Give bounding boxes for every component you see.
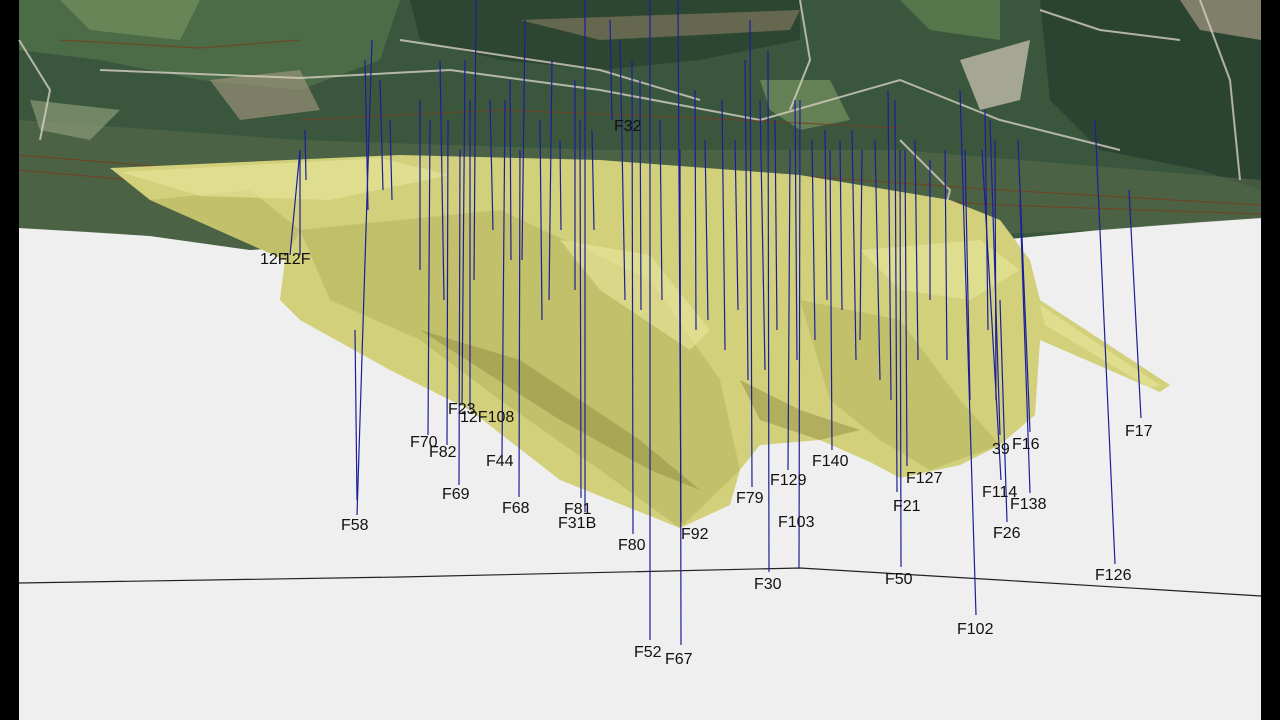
drillhole-label: F31B [558, 515, 596, 532]
drillhole-label: F127 [906, 470, 943, 487]
drillhole-label: F103 [778, 514, 815, 531]
drillhole-label: 12F108 [460, 409, 514, 426]
3d-model-viewport[interactable]: F3212F12FF2312F108F70F82F44F69F68F58F81F… [0, 0, 1280, 720]
drillhole-label: F50 [885, 571, 913, 588]
drillhole-label: F140 [812, 453, 849, 470]
drillhole-label: F80 [618, 537, 646, 554]
drillhole-label: F30 [754, 576, 782, 593]
drillhole-label: F82 [429, 444, 457, 461]
drillhole-label: F26 [993, 525, 1021, 542]
drillhole-label: F129 [770, 472, 807, 489]
drillhole-label: 39 [992, 441, 1010, 458]
drillhole-label: F68 [502, 500, 530, 517]
drillhole-label: F58 [341, 517, 369, 534]
drillhole-label: F102 [957, 621, 994, 638]
drillhole-label: F79 [736, 490, 764, 507]
drillhole-label: F92 [681, 526, 709, 543]
drillhole-label: F32 [614, 118, 642, 135]
drillhole-label: F16 [1012, 436, 1040, 453]
drillhole-label: F52 [634, 644, 662, 661]
drillhole-label: F126 [1095, 567, 1132, 584]
drillhole-label: F44 [486, 453, 514, 470]
drillhole-label: F67 [665, 651, 693, 668]
drillhole-label: F138 [1010, 496, 1047, 513]
drillhole-label: F69 [442, 486, 470, 503]
drillhole-label: F21 [893, 498, 921, 515]
drillhole-label: 12F [283, 251, 311, 268]
drillhole-label: F17 [1125, 423, 1153, 440]
